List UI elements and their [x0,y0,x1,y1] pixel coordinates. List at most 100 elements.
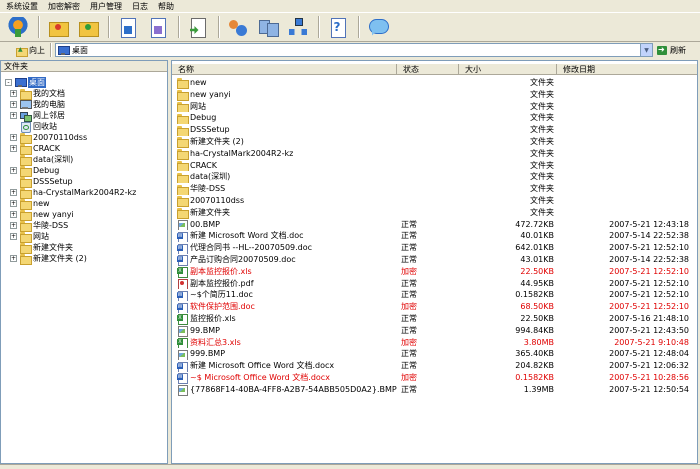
file-row[interactable]: 00.BMP 正常 472.72KB 2007-5-21 12:43:18 [172,219,697,231]
expand-toggle[interactable]: + [10,101,17,108]
tree-item[interactable]: + new yanyi [10,209,74,221]
expand-toggle[interactable]: + [10,211,17,218]
menu-help[interactable]: 帮助 [158,1,174,12]
file-name-cell: 新建文件夹 (2) [172,136,401,148]
file-row[interactable]: 软件保护范围.doc 加密 68.50KB 2007-5-21 12:52:10 [172,301,697,313]
file-row[interactable]: new yanyi 文件夹 [172,89,697,101]
tree-item[interactable]: data(深圳) [10,154,73,166]
tree-item[interactable]: - 桌面 [5,77,46,88]
file-row[interactable]: 99.BMP 正常 994.84KB 2007-5-21 12:43:50 [172,325,697,337]
file-row[interactable]: ~$ Microsoft Office Word 文档.docx 加密 0.1582… [172,372,697,384]
file-row[interactable]: new 文件夹 [172,77,697,89]
tree-item[interactable]: + 新建文件夹 (2) [10,253,87,265]
refresh-button[interactable]: 刷新 [657,45,686,56]
file-row[interactable]: {77868F14-40BA-4FF8-A2B7-54ABB505D0A2}.B… [172,384,697,396]
column-header-status[interactable]: 状态 [397,64,459,75]
column-header-name[interactable]: 名称 [172,64,397,75]
tree-item[interactable]: 回收站 [10,121,57,133]
file-row[interactable]: 新建文件夹 文件夹 [172,207,697,219]
toolbar-computers-button[interactable] [254,14,281,40]
file-name: 新建 Microsoft Office Word 文档.docx [190,361,335,371]
file-row[interactable]: 副本监控报价.xls 加密 22.50KB 2007-5-21 12:52:10 [172,266,697,278]
file-row[interactable]: 华陵-DSS 文件夹 [172,183,697,195]
expand-toggle[interactable]: + [10,134,17,141]
tree-item[interactable]: + Debug [10,165,59,177]
file-date: 2007-5-14 22:52:38 [609,255,689,264]
file-name-cell: 监控报价.xls [172,313,401,325]
file-row[interactable]: CRACK 文件夹 [172,160,697,172]
file-date: 2007-5-21 10:28:56 [609,373,689,382]
tree-item[interactable]: DSSSetup [10,176,73,188]
expand-toggle[interactable]: + [10,112,17,119]
column-header-date[interactable]: 修改日期 [557,64,697,75]
menu-user-management[interactable]: 用户管理 [90,1,122,12]
toolbar-folder-decrypt-button[interactable] [74,14,101,40]
toolbar-chat-button[interactable] [364,14,391,40]
file-status [401,124,479,136]
toolbar-file-decrypt-button[interactable] [144,14,171,40]
tree-item[interactable]: + new [10,198,50,210]
menu-encrypt-decrypt[interactable]: 加密解密 [48,1,80,12]
chevron-down-icon[interactable]: ▼ [640,44,652,56]
expand-toggle[interactable]: + [10,90,17,97]
file-size: 文件夹 [530,78,554,87]
tree-item[interactable]: + 华陵-DSS [10,220,68,232]
tree-item[interactable]: + CRACK [10,143,60,155]
file-row[interactable]: 副本监控报价.pdf 正常 44.95KB 2007-5-21 12:52:10 [172,278,697,290]
refresh-icon [657,45,667,55]
toolbar-folder-encrypt-button[interactable] [44,14,71,40]
address-input[interactable]: 桌面 ▼ [55,43,653,57]
expand-toggle[interactable]: + [10,255,17,262]
toolbar-file-encrypt-button[interactable] [114,14,141,40]
file-row[interactable]: 网站 文件夹 [172,101,697,113]
file-row[interactable]: 999.BMP 正常 365.40KB 2007-5-21 12:48:04 [172,348,697,361]
file-row[interactable]: Debug 文件夹 [172,112,697,125]
file-row[interactable]: data(深圳) 文件夹 [172,171,697,184]
file-row[interactable]: 产品订购合同20070509.doc 正常 43.01KB 2007-5-14 22:… [172,254,697,266]
expand-toggle[interactable]: + [10,222,17,229]
expand-toggle[interactable]: + [10,233,17,240]
file-name: 20070110dss [190,196,245,205]
up-folder-icon [16,46,28,57]
toolbar-help-button[interactable] [324,14,351,40]
file-name-cell: 99.BMP [172,325,401,337]
tree-item[interactable]: + 网站 [10,231,49,243]
file-status [401,112,479,124]
expand-toggle[interactable]: + [10,200,17,207]
expand-toggle[interactable]: + [10,167,17,174]
file-row[interactable]: 监控报价.xls 正常 22.50KB 2007-5-16 21:48:10 [172,313,697,325]
toolbar-security-button[interactable] [4,14,31,40]
file-row[interactable]: 新建文件夹 (2) 文件夹 [172,136,697,148]
toolbar-network-button[interactable] [284,14,311,40]
tree-item[interactable]: +20070110dss [10,132,87,144]
expand-toggle[interactable]: + [10,189,17,196]
file-row[interactable]: 代理合同书 --HL--20070509.doc 正常 642.01KB 2007-5… [172,242,697,254]
file-size: 文件夹 [530,137,554,146]
tree-item[interactable]: + 我的电脑 [10,99,65,110]
tree-item[interactable]: + ha-CrystalMark2004R2-kz [10,187,136,199]
file-size: 文件夹 [530,113,554,123]
up-button[interactable]: 向上 [14,43,47,57]
expand-toggle[interactable]: + [10,145,17,152]
column-header-size[interactable]: 大小 [459,64,557,75]
tree-item[interactable]: 新建文件夹 [10,242,73,254]
menu-system-settings[interactable]: 系统设置 [6,1,38,12]
file-row[interactable]: DSSSetup 文件夹 [172,124,697,136]
file-size: 0.1582KB [515,290,554,300]
file-row[interactable]: 20070110dss 文件夹 [172,195,697,207]
toolbar-users-button[interactable] [224,14,251,40]
tree-item[interactable]: + 我的文档 [10,88,65,100]
file-row[interactable]: ~$个简历11.doc 正常 0.1582KB 2007-5-21 12:52:10 [172,289,697,302]
tree-item[interactable]: + 网上邻居 [10,110,65,122]
file-size: 43.01KB [520,255,554,264]
bmp-icon [177,219,188,231]
toolbar-export-button[interactable] [184,14,211,40]
menu-log[interactable]: 日志 [132,1,148,12]
file-row[interactable]: 新建 Microsoft Word 文档.doc 正常 40.01KB 2007-5-… [172,230,697,243]
file-row[interactable]: 资料汇总3.xls 加密 3.80MB 2007-5-21 9:10:48 [172,337,697,349]
file-status [401,148,479,160]
file-row[interactable]: 新建 Microsoft Office Word 文档.docx 正常 204.82… [172,360,697,372]
toolbar-separator [358,16,360,38]
file-row[interactable]: ha-CrystalMark2004R2-kz 文件夹 [172,148,697,160]
collapse-toggle[interactable]: - [5,79,12,86]
